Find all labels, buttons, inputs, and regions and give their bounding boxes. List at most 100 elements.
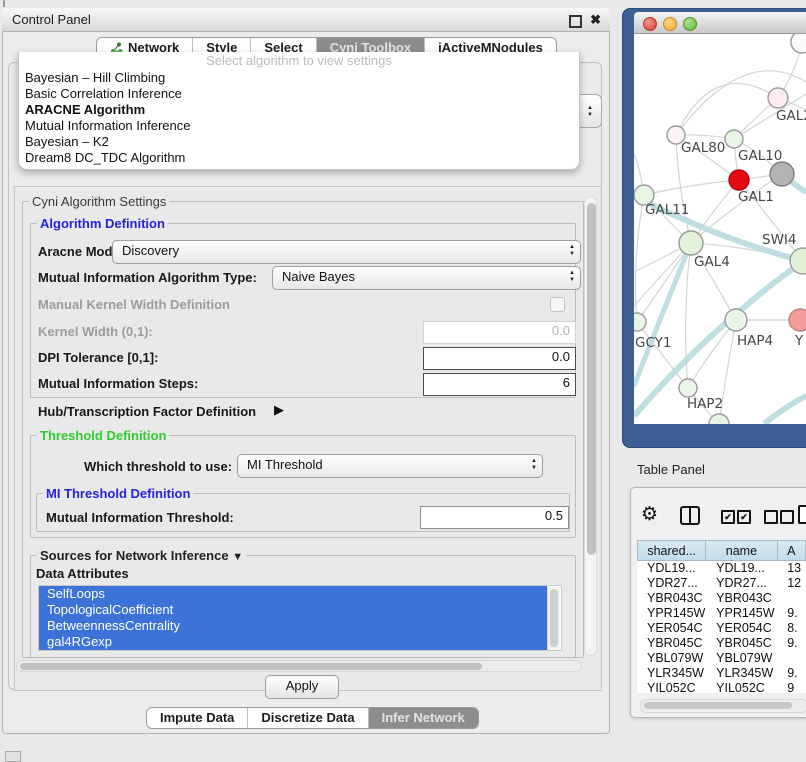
mi-algorithm-type-combobox[interactable]: Naive Bayes ▲▼ xyxy=(272,266,581,290)
network-edge[interactable] xyxy=(686,243,691,388)
table-row[interactable]: YBR043CYBR043C xyxy=(637,591,806,606)
collapse-arrow-icon[interactable]: ▼ xyxy=(232,551,243,563)
node-hap4[interactable] xyxy=(725,309,747,331)
control-panel-titlebar[interactable]: Control Panel ✖ xyxy=(2,8,610,32)
node-gal2[interactable] xyxy=(768,88,788,108)
node-gal1-red[interactable] xyxy=(729,170,749,190)
aracne-mode-combobox[interactable]: Discovery ▲▼ xyxy=(112,240,581,264)
minimize-traffic-light-icon[interactable] xyxy=(663,17,677,31)
table-cell[interactable]: YER054C xyxy=(706,621,777,636)
tab-impute-data[interactable]: Impute Data xyxy=(147,708,248,728)
attributes-scrollbar-thumb[interactable] xyxy=(550,589,558,647)
algorithm-option[interactable]: Mutual Information Inference xyxy=(19,118,579,134)
select-all-checkbox-icon2[interactable]: ✔ xyxy=(737,510,751,524)
table-cell[interactable]: 9 xyxy=(777,681,806,693)
column-header-shared-name[interactable]: shared... xyxy=(637,540,706,561)
manual-kernel-width-checkbox[interactable] xyxy=(550,297,565,312)
algorithm-option[interactable]: Bayesian – K2 xyxy=(19,134,579,150)
select-all-checkbox-icon[interactable]: ✔ xyxy=(721,510,735,524)
table-cell[interactable] xyxy=(777,651,806,666)
settings-horizontal-scrollbar-thumb[interactable] xyxy=(20,663,482,670)
table-row[interactable]: YDL19...YDL19...13 xyxy=(637,561,806,576)
table-horizontal-scrollbar[interactable] xyxy=(640,699,806,713)
settings-horizontal-scrollbar[interactable] xyxy=(16,660,582,672)
table-cell[interactable]: YBR043C xyxy=(706,591,777,606)
table-cell[interactable]: 13 xyxy=(777,561,806,576)
node-salmon-y[interactable] xyxy=(789,309,806,331)
split-columns-icon[interactable] xyxy=(680,506,700,525)
apply-button[interactable]: Apply xyxy=(265,675,339,699)
close-icon[interactable]: ✖ xyxy=(590,8,601,32)
table-row[interactable]: YIL052CYIL052C9 xyxy=(637,681,806,693)
table-horizontal-scrollbar-thumb[interactable] xyxy=(644,702,792,709)
deselect-all-checkbox-icon[interactable] xyxy=(764,510,778,524)
deselect-all-checkbox-icon2[interactable] xyxy=(780,510,794,524)
mi-threshold-field[interactable]: 0.5 xyxy=(420,506,569,529)
algorithm-option[interactable]: Dream8 DC_TDC Algorithm xyxy=(19,150,579,166)
node-unlabeled-top[interactable] xyxy=(791,34,806,53)
document-icon[interactable] xyxy=(798,505,806,524)
table-cell[interactable]: YER054C xyxy=(637,621,706,636)
settings-gear-icon[interactable]: ⚙ xyxy=(641,503,658,525)
kernel-width-field[interactable]: 0.0 xyxy=(423,321,576,344)
table-row[interactable]: YLR345WYLR345W9. xyxy=(637,666,806,681)
network-edge[interactable] xyxy=(644,180,739,195)
network-edge[interactable] xyxy=(634,243,691,306)
tab-discretize-data[interactable]: Discretize Data xyxy=(248,708,368,728)
node-gal10[interactable] xyxy=(725,130,743,148)
column-header-clipped[interactable]: A xyxy=(778,540,806,561)
algorithm-option[interactable]: Bayesian – Hill Climbing xyxy=(19,70,579,86)
column-header-name[interactable]: name xyxy=(706,540,777,561)
table-row[interactable]: YPR145WYPR145W9. xyxy=(637,606,806,621)
clipped-corner-button[interactable] xyxy=(5,751,21,762)
table-cell[interactable]: YBR043C xyxy=(637,591,706,606)
table-cell[interactable]: YLR345W xyxy=(637,666,706,681)
node-gray[interactable] xyxy=(770,162,794,186)
table-cell[interactable]: 9. xyxy=(777,666,806,681)
table-cell[interactable]: YDR27... xyxy=(637,576,706,591)
node-gcy1[interactable] xyxy=(634,313,646,331)
table-cell[interactable]: YBR045C xyxy=(706,636,777,651)
settings-vertical-scrollbar-thumb[interactable] xyxy=(587,203,596,555)
attribute-item[interactable]: TopologicalCoefficient xyxy=(39,602,547,618)
table-cell[interactable]: YBL079W xyxy=(706,651,777,666)
table-cell[interactable]: YDL19... xyxy=(706,561,777,576)
network-edge[interactable] xyxy=(676,83,778,135)
node-hap2[interactable] xyxy=(679,379,697,397)
table-row[interactable]: YBL079WYBL079W xyxy=(637,651,806,666)
node-gal4[interactable] xyxy=(679,231,703,255)
attributes-scrollbar[interactable] xyxy=(547,587,560,651)
table-cell[interactable]: 12 xyxy=(777,576,806,591)
table-cell[interactable]: YDR27... xyxy=(706,576,777,591)
table-cell[interactable]: YPR145W xyxy=(637,606,706,621)
algorithm-combobox-edge[interactable]: ▲▼ xyxy=(578,94,602,128)
table-cell[interactable]: 9. xyxy=(777,606,806,621)
mi-steps-field[interactable]: 6 xyxy=(423,373,576,396)
table-cell[interactable]: YLR345W xyxy=(706,666,777,681)
algorithm-option[interactable]: Basic Correlation Inference xyxy=(19,86,579,102)
network-canvas[interactable]: GAL2GAL80GAL10GAL1GAL11GAL4SWI4GCY1HAP4Y… xyxy=(634,34,806,424)
settings-vertical-scrollbar[interactable] xyxy=(584,196,597,656)
network-edge-thick[interactable] xyxy=(764,396,806,424)
table-row[interactable]: YER054CYER054C8. xyxy=(637,621,806,636)
zoom-traffic-light-icon[interactable] xyxy=(683,17,697,31)
network-window-titlebar[interactable] xyxy=(634,12,806,34)
table-cell[interactable]: 9. xyxy=(777,636,806,651)
table-cell[interactable]: YDL19... xyxy=(637,561,706,576)
float-window-icon[interactable] xyxy=(569,15,582,28)
tab-infer-network[interactable]: Infer Network xyxy=(369,708,478,728)
table-cell[interactable]: YIL052C xyxy=(637,681,706,693)
table-cell[interactable]: YBR045C xyxy=(637,636,706,651)
table-cell[interactable]: 8. xyxy=(777,621,806,636)
attribute-item[interactable]: BetweennessCentrality xyxy=(39,618,547,634)
attribute-item[interactable]: gal4RGexp xyxy=(39,634,547,650)
dpi-tolerance-field[interactable]: 0.0 xyxy=(423,347,576,370)
table-cell[interactable]: YBL079W xyxy=(637,651,706,666)
algorithm-option[interactable]: ARACNE Algorithm xyxy=(19,102,579,118)
expand-arrow-icon[interactable]: ▶ xyxy=(274,402,284,418)
table-cell[interactable]: YIL052C xyxy=(706,681,777,693)
table-cell[interactable]: YPR145W xyxy=(706,606,777,621)
close-traffic-light-icon[interactable] xyxy=(643,17,657,31)
which-threshold-combobox[interactable]: MI Threshold ▲▼ xyxy=(237,454,543,478)
table-cell[interactable] xyxy=(777,591,806,606)
